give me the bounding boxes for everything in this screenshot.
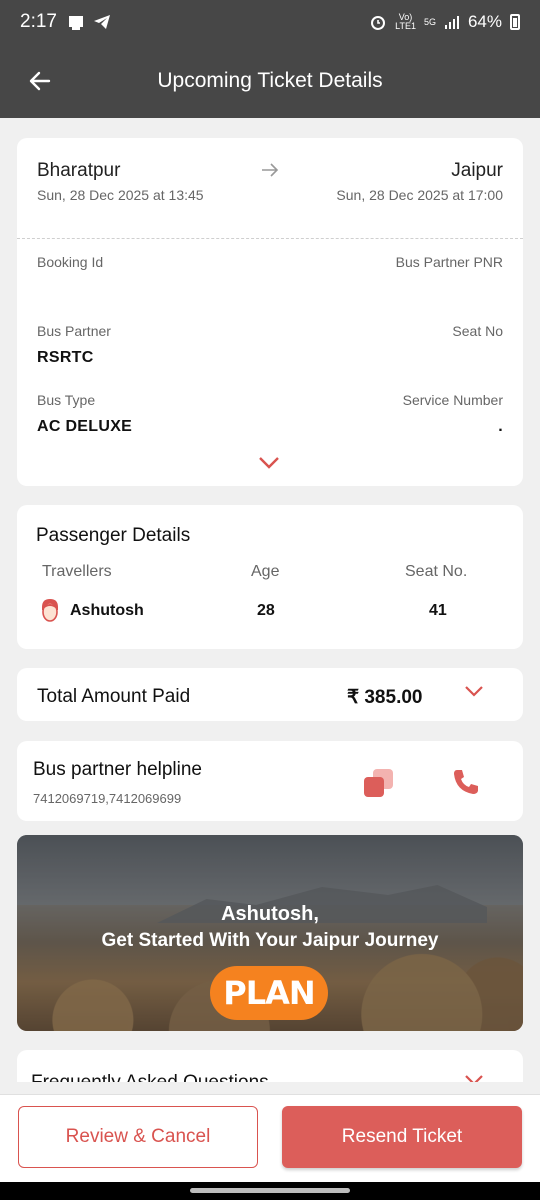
dashed-divider — [17, 238, 523, 239]
total-amount-card[interactable]: Total Amount Paid ₹ 385.00 — [17, 668, 523, 721]
jaipur-journey-banner[interactable]: Ashutosh, Get Started With Your Jaipur J… — [17, 835, 523, 1031]
back-arrow-icon — [29, 71, 51, 91]
signal-icon — [444, 16, 459, 29]
alarm-icon — [371, 16, 386, 30]
traveller-name: Ashutosh — [70, 602, 144, 619]
traveller-seat: 41 — [429, 602, 447, 619]
page-title: Upcoming Ticket Details — [157, 69, 383, 92]
scroll-content[interactable]: Bharatpur Sun, 28 Dec 2025 at 13:45 Jaip… — [0, 118, 540, 1082]
status-time: 2:17 — [20, 11, 57, 32]
chevron-down-icon[interactable] — [464, 685, 484, 699]
to-city: Jaipur — [451, 160, 503, 181]
bottom-action-bar: Review & Cancel Resend Ticket — [0, 1094, 540, 1182]
app-bar: Upcoming Ticket Details — [0, 44, 540, 118]
total-amount-label: Total Amount Paid — [37, 686, 191, 707]
volte-indicator: Vo) LTE1 — [395, 12, 416, 31]
from-city: Bharatpur — [37, 160, 121, 181]
phone-call-icon[interactable] — [451, 767, 481, 797]
service-number-label: Service Number — [402, 392, 503, 408]
bus-type-label: Bus Type — [37, 392, 96, 408]
bus-partner-value: RSRTC — [37, 349, 94, 366]
traveller-age: 28 — [257, 602, 275, 619]
battery-icon — [510, 14, 520, 30]
bus-partner-label: Bus Partner — [37, 323, 111, 339]
booking-id-label: Booking Id — [37, 254, 104, 270]
telegram-icon — [93, 15, 110, 29]
travellers-header: Travellers — [42, 563, 112, 580]
network-gen-indicator: 5G — [423, 16, 436, 27]
faq-card[interactable]: Frequently Asked Questions — [17, 1050, 523, 1082]
arrow-right-icon — [262, 163, 279, 177]
seat-header: Seat No. — [405, 563, 468, 580]
helpline-card: Bus partner helpline 7412069719,74120696… — [17, 741, 523, 821]
battery-percent: 64% — [467, 12, 502, 31]
seat-no-label: Seat No — [452, 323, 503, 339]
plan-button[interactable]: PLAN — [210, 966, 328, 1020]
service-number-value: . — [498, 418, 503, 435]
total-amount-value: ₹ 385.00 — [347, 687, 423, 708]
back-button[interactable] — [0, 44, 80, 118]
expand-chevron-icon[interactable] — [258, 456, 280, 470]
passenger-card: Passenger Details Travellers Age Seat No… — [17, 505, 523, 649]
chevron-down-icon[interactable] — [464, 1074, 484, 1082]
journey-card: Bharatpur Sun, 28 Dec 2025 at 13:45 Jaip… — [17, 138, 523, 486]
avatar-icon — [42, 599, 58, 622]
faq-title: Frequently Asked Questions — [31, 1072, 269, 1082]
banner-user-name: Ashutosh, — [221, 903, 319, 925]
review-cancel-button[interactable]: Review & Cancel — [18, 1106, 258, 1168]
notification-icon — [68, 16, 83, 30]
departure-datetime: Sun, 28 Dec 2025 at 13:45 — [37, 187, 204, 203]
system-nav-bar — [0, 1182, 540, 1200]
passenger-title: Passenger Details — [36, 525, 191, 546]
banner-headline: Get Started With Your Jaipur Journey — [101, 930, 439, 951]
resend-ticket-button[interactable]: Resend Ticket — [282, 1106, 522, 1168]
age-header: Age — [251, 563, 280, 580]
bus-type-value: AC DELUXE — [37, 418, 133, 435]
helpline-label: Bus partner helpline — [33, 759, 202, 780]
pnr-label: Bus Partner PNR — [395, 254, 503, 270]
status-bar: 2:17 Vo) LTE1 5G 64% — [0, 0, 540, 44]
helpline-numbers: 7412069719,7412069699 — [33, 791, 182, 806]
copy-icon[interactable] — [361, 765, 397, 801]
home-gesture-pill[interactable] — [190, 1188, 350, 1193]
arrival-datetime: Sun, 28 Dec 2025 at 17:00 — [336, 187, 503, 203]
